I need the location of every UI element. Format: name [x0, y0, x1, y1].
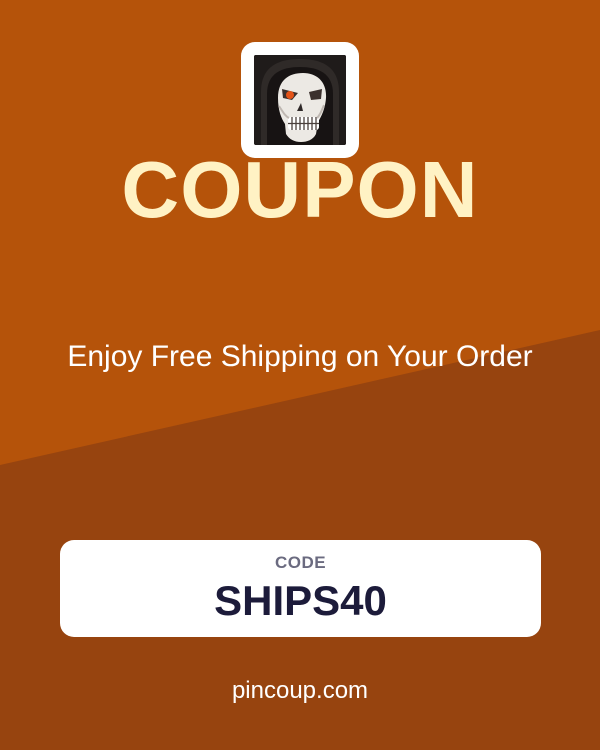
website-link[interactable]: pincoup.com	[0, 677, 600, 705]
coupon-code[interactable]: SHIPS40	[60, 576, 541, 626]
offer-description: Enjoy Free Shipping on Your Order	[67, 340, 533, 373]
coupon-page: COUPON Enjoy Free Shipping on Your Order…	[0, 0, 600, 750]
code-label: CODE	[274, 553, 327, 572]
coupon-code-card[interactable]: CODE SHIPS40	[60, 540, 541, 637]
brand-logo	[241, 42, 359, 158]
skull-reaper-icon	[254, 55, 346, 145]
coupon-title: COUPON	[121, 145, 479, 234]
